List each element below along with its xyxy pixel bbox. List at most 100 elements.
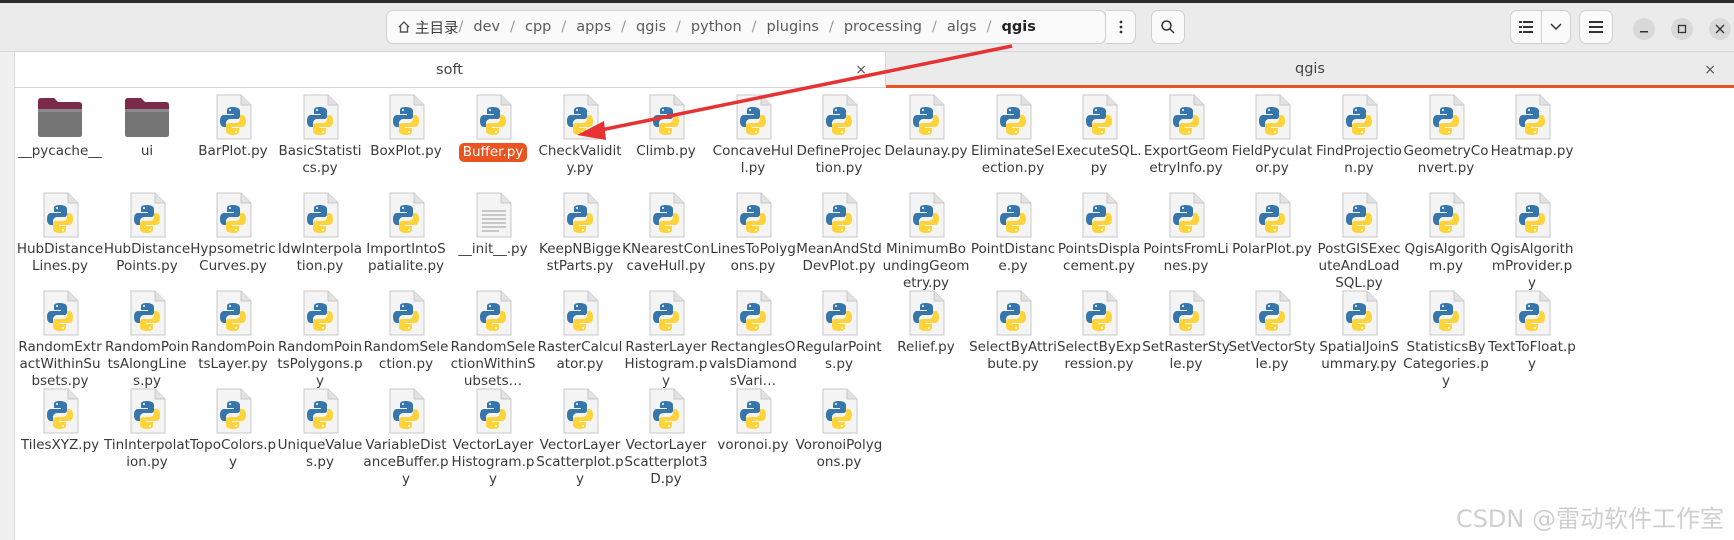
- file-item[interactable]: VoronoiPolygons.py: [793, 382, 885, 471]
- file-item[interactable]: ConcaveHull.py: [707, 88, 799, 177]
- file-item[interactable]: VariableDistanceBuffer.py: [360, 382, 452, 488]
- file-item[interactable]: Delaunay.py: [880, 88, 972, 160]
- file-item[interactable]: QgisAlgorithmProvider.py: [1486, 186, 1578, 292]
- search-button[interactable]: [1151, 10, 1185, 44]
- file-item[interactable]: KeepNBiggestParts.py: [534, 186, 626, 275]
- file-item[interactable]: ExportGeometryInfo.py: [1140, 88, 1232, 177]
- main-menu-button[interactable]: [1579, 10, 1613, 44]
- file-item[interactable]: RandomSelection.py: [360, 284, 452, 373]
- file-name: FieldPyculator.py: [1231, 143, 1313, 176]
- folder-item[interactable]: ui: [101, 88, 193, 160]
- path-menu-button[interactable]: [1106, 10, 1136, 44]
- file-item[interactable]: SetRasterStyle.py: [1140, 284, 1232, 373]
- path-home[interactable]: 主目录: [397, 17, 459, 38]
- file-item[interactable]: ImportIntoSpatialite.py: [360, 186, 452, 275]
- file-item[interactable]: QgisAlgorithm.py: [1400, 186, 1492, 275]
- tab-close-icon[interactable]: ×: [855, 62, 867, 78]
- file-item[interactable]: RandomPointsAlongLines.py: [101, 284, 193, 390]
- file-item[interactable]: SpatialJoinSummary.py: [1313, 284, 1405, 373]
- header-bar: 主目录 / dev / cpp / apps / qgis / python / plugins / pr…: [0, 3, 1734, 52]
- file-item[interactable]: HypsometricCurves.py: [187, 186, 279, 275]
- file-name: Relief.py: [897, 339, 955, 355]
- file-item[interactable]: RandomPointsPolygons.py: [274, 284, 366, 390]
- file-item[interactable]: MeanAndStdDevPlot.py: [793, 186, 885, 275]
- file-item[interactable]: BarPlot.py: [187, 88, 279, 160]
- minimize-button[interactable]: [1633, 18, 1655, 40]
- file-item[interactable]: CheckValidity.py: [534, 88, 626, 177]
- path-segment[interactable]: dev: [463, 19, 510, 35]
- file-name: MeanAndStdDevPlot.py: [796, 241, 882, 274]
- file-item[interactable]: KNearestConcaveHull.py: [620, 186, 712, 275]
- file-item[interactable]: SelectByAttribute.py: [967, 284, 1059, 373]
- file-item[interactable]: TextToFloat.py: [1486, 284, 1578, 373]
- file-item[interactable]: DefineProjection.py: [793, 88, 885, 177]
- file-item[interactable]: VectorLayerHistogram.py: [447, 382, 539, 488]
- path-bar[interactable]: 主目录 / dev / cpp / apps / qgis / python / plugins / pr…: [386, 10, 1106, 44]
- file-item[interactable]: PointsFromLines.py: [1140, 186, 1232, 275]
- path-segment[interactable]: python: [681, 19, 752, 35]
- path-segment[interactable]: qgis: [626, 19, 676, 35]
- python-file-icon: [476, 94, 512, 140]
- file-item[interactable]: FindProjection.py: [1313, 88, 1405, 177]
- view-list-button[interactable]: [1510, 10, 1542, 44]
- python-file-icon: [1515, 290, 1551, 336]
- file-name: FindProjection.py: [1316, 143, 1402, 176]
- file-item[interactable]: TilesXYZ.py: [14, 382, 106, 454]
- file-item[interactable]: LinesToPolygons.py: [707, 186, 799, 275]
- file-item[interactable]: HubDistancePoints.py: [101, 186, 193, 275]
- path-segment[interactable]: qgis: [991, 19, 1045, 35]
- folder-item[interactable]: __pycache__: [14, 88, 106, 160]
- file-item[interactable]: Climb.py: [620, 88, 712, 160]
- file-item[interactable]: RasterLayerHistogram.py: [620, 284, 712, 390]
- file-item[interactable]: UniqueValues.py: [274, 382, 366, 471]
- file-item[interactable]: BasicStatistics.py: [274, 88, 366, 177]
- file-item[interactable]: VectorLayerScatterplot3D.py: [620, 382, 712, 488]
- file-item[interactable]: RandomExtractWithinSubsets.py: [14, 284, 106, 390]
- maximize-button[interactable]: [1671, 18, 1693, 40]
- file-item[interactable]: IdwInterpolation.py: [274, 186, 366, 275]
- file-item[interactable]: EliminateSelection.py: [967, 88, 1059, 177]
- path-segment[interactable]: algs: [937, 19, 987, 35]
- file-item[interactable]: RandomPointsLayer.py: [187, 284, 279, 373]
- file-item[interactable]: RectanglesOvalsDiamondsVari…: [707, 284, 799, 390]
- view-options-button[interactable]: [1541, 10, 1571, 44]
- file-item[interactable]: PostGISExecuteAndLoadSQL.py: [1313, 186, 1405, 292]
- file-item[interactable]: SetVectorStyle.py: [1226, 284, 1318, 373]
- file-item[interactable]: BoxPlot.py: [360, 88, 452, 160]
- file-item[interactable]: GeometryConvert.py: [1400, 88, 1492, 177]
- file-item[interactable]: PolarPlot.py: [1226, 186, 1318, 258]
- file-item[interactable]: RegularPoints.py: [793, 284, 885, 373]
- tab-close-icon[interactable]: ×: [1704, 62, 1716, 78]
- path-segment[interactable]: processing: [834, 19, 932, 35]
- file-item[interactable]: ExecuteSQL.py: [1053, 88, 1145, 177]
- file-item[interactable]: StatisticsByCategories.py: [1400, 284, 1492, 390]
- tab-soft[interactable]: soft ×: [14, 52, 886, 88]
- file-item[interactable]: TinInterpolation.py: [101, 382, 193, 471]
- python-file-icon: [822, 94, 858, 140]
- file-item[interactable]: PointsDisplacement.py: [1053, 186, 1145, 275]
- file-item[interactable]: PointDistance.py: [967, 186, 1059, 275]
- file-item[interactable]: Relief.py: [880, 284, 972, 356]
- file-item[interactable]: HubDistanceLines.py: [14, 186, 106, 275]
- path-segment[interactable]: plugins: [757, 19, 829, 35]
- file-item[interactable]: FieldPyculator.py: [1226, 88, 1318, 177]
- close-window-button[interactable]: [1709, 18, 1731, 40]
- path-segment[interactable]: cpp: [515, 19, 561, 35]
- file-item[interactable]: Buffer.py: [447, 88, 539, 162]
- path-segment[interactable]: apps: [566, 19, 621, 35]
- file-item[interactable]: __init__.py: [447, 186, 539, 258]
- file-item[interactable]: voronoi.py: [707, 382, 799, 454]
- python-file-icon: [909, 94, 945, 140]
- file-item[interactable]: TopoColors.py: [187, 382, 279, 471]
- file-item[interactable]: VectorLayerScatterplot.py: [534, 382, 626, 488]
- file-item[interactable]: MinimumBoundingGeometry.py: [880, 186, 972, 292]
- file-item[interactable]: RasterCalculator.py: [534, 284, 626, 373]
- python-file-icon: [216, 94, 252, 140]
- file-name: RandomPointsLayer.py: [190, 339, 276, 372]
- tab-qgis[interactable]: qgis ×: [886, 52, 1734, 88]
- file-item[interactable]: RandomSelectionWithinSubsets…: [447, 284, 539, 390]
- tab-label: qgis: [1295, 60, 1325, 77]
- file-item[interactable]: Heatmap.py: [1486, 88, 1578, 160]
- file-item[interactable]: SelectByExpression.py: [1053, 284, 1145, 373]
- python-file-icon: [909, 192, 945, 238]
